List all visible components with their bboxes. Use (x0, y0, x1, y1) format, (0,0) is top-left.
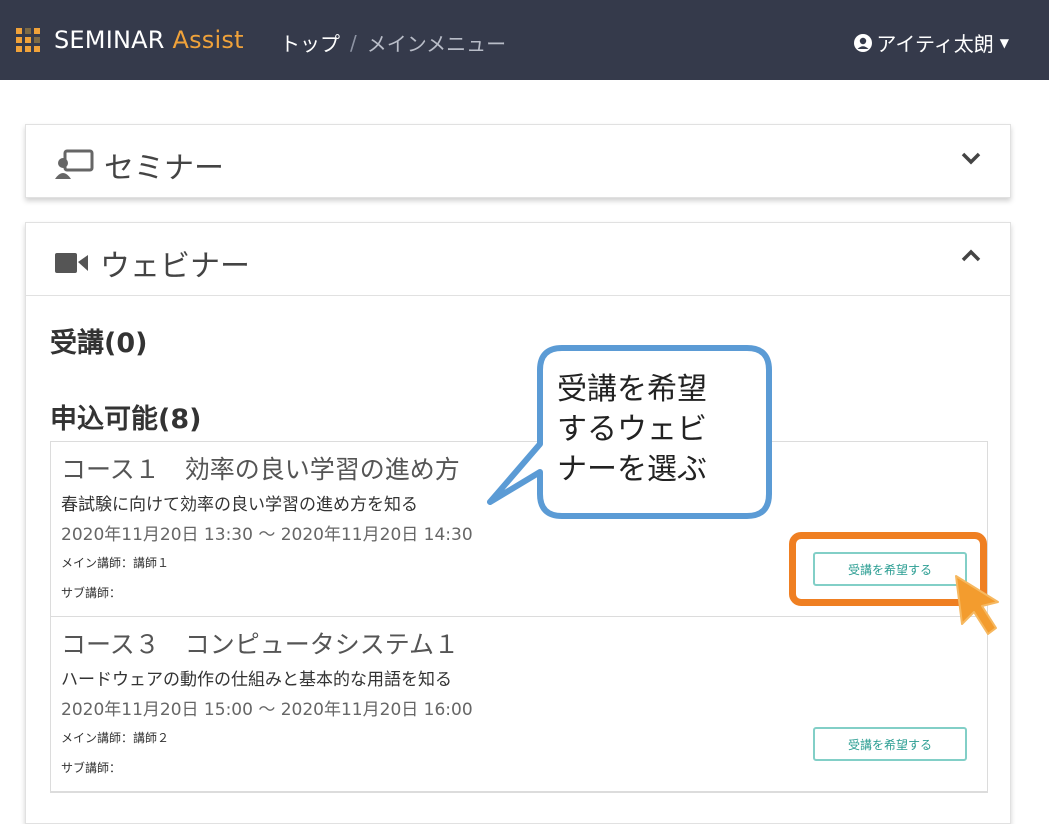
seminar-title-text: セミナー (104, 151, 224, 186)
course-datetime: 2020年11月20日 15:00 〜 2020年11月20日 16:00 (61, 700, 473, 720)
presentation-icon (55, 149, 94, 179)
course-sub-lecturer: サブ講師： (61, 586, 122, 600)
webinar-panel-header[interactable]: ウェビナー (26, 223, 1010, 296)
breadcrumb: トップ / メインメニュー (280, 28, 506, 57)
seminar-panel-header[interactable]: セミナー (26, 125, 1010, 195)
webinar-panel-title: ウェビナー (54, 241, 250, 285)
brand-name: SEMINAR Assist (54, 26, 244, 54)
chevron-down-icon (961, 152, 981, 165)
brand-logo-link[interactable]: SEMINAR Assist (16, 26, 244, 54)
video-camera-icon (55, 253, 88, 273)
course-sub-lecturer: サブ講師： (61, 761, 122, 775)
breadcrumb-current: メインメニュー (366, 32, 507, 56)
course-item: コース３ コンピュータシステム１ ハードウェアの動作の仕組みと基本的な用語を知る… (51, 617, 987, 792)
apply-button[interactable]: 受講を希望する (813, 727, 967, 761)
breadcrumb-home-link[interactable]: トップ (280, 28, 340, 57)
callout-line: 受講を希望 (557, 372, 707, 407)
user-menu-dropdown[interactable]: アイティ太朗 ▼ (854, 28, 1009, 57)
callout-line: ナーを選ぶ (557, 452, 707, 487)
mouse-pointer-icon (955, 575, 999, 635)
breadcrumb-separator: / (350, 30, 357, 55)
caret-down-icon: ▼ (999, 35, 1009, 50)
instruction-callout: 受講を希望 するウェビ ナーを選ぶ (487, 344, 772, 522)
callout-line: するウェビ (557, 412, 707, 447)
chevron-up-icon (961, 249, 981, 262)
course-description: 春試験に向けて効率の良い学習の進め方を知る (61, 495, 418, 515)
user-circle-icon (854, 33, 873, 52)
course-main-lecturer: メイン講師：講師１ (61, 556, 170, 570)
course-title: コース３ コンピュータシステム１ (61, 630, 460, 659)
brand-main-text: SEMINAR (54, 26, 165, 54)
course-title: コース１ 効率の良い学習の進め方 (61, 455, 460, 484)
brand-grid-icon (16, 28, 40, 52)
webinar-title-text: ウェビナー (100, 249, 250, 284)
enrolled-heading: 受講(0) (50, 328, 148, 359)
seminar-panel: セミナー (25, 124, 1011, 198)
callout-text: 受講を希望 するウェビ ナーを選ぶ (557, 370, 757, 490)
top-navbar: SEMINAR Assist トップ / メインメニュー アイティ太朗 ▼ (0, 0, 1049, 80)
user-name: アイティ太朗 (876, 32, 994, 56)
course-description: ハードウェアの動作の仕組みと基本的な用語を知る (61, 670, 452, 690)
course-main-lecturer: メイン講師：講師２ (61, 731, 170, 745)
available-heading: 申込可能(8) (50, 404, 202, 435)
brand-accent-text: Assist (172, 26, 244, 54)
course-datetime: 2020年11月20日 13:30 〜 2020年11月20日 14:30 (61, 525, 473, 545)
seminar-panel-title: セミナー (54, 143, 224, 187)
